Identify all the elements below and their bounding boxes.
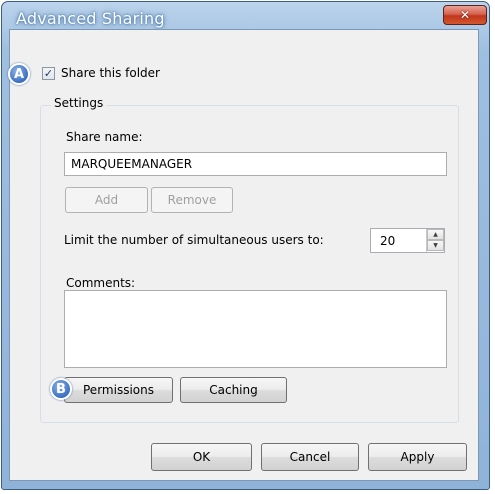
limit-users-label: Limit the number of simultaneous users t… — [64, 233, 324, 247]
spin-up-icon[interactable]: ▲ — [427, 229, 444, 240]
callout-marker-b: B — [50, 378, 72, 400]
ok-button[interactable]: OK — [151, 443, 252, 471]
share-this-folder-label: Share this folder — [61, 66, 160, 80]
share-name-label: Share name: — [66, 130, 143, 144]
share-name-input[interactable]: MARQUEEMANAGER — [64, 152, 447, 176]
permissions-button[interactable]: Permissions — [64, 377, 173, 403]
cancel-button[interactable]: Cancel — [261, 443, 359, 471]
comments-label: Comments: — [66, 276, 136, 290]
users-value[interactable]: 20 — [380, 234, 395, 248]
remove-button[interactable]: Remove — [151, 187, 233, 213]
add-button[interactable]: Add — [65, 187, 148, 213]
spin-down-icon[interactable]: ▼ — [427, 240, 444, 251]
caching-button[interactable]: Caching — [180, 377, 287, 403]
settings-group-label: Settings — [51, 96, 107, 110]
checkmark-icon: ✓ — [43, 67, 54, 80]
share-this-folder-checkbox[interactable]: ✓ — [42, 67, 55, 80]
callout-marker-a: A — [8, 63, 30, 85]
comments-textarea[interactable] — [64, 290, 447, 368]
close-button[interactable]: ✕ — [443, 5, 487, 25]
spin-buttons: ▲ ▼ — [426, 229, 444, 252]
simultaneous-users-stepper[interactable]: 20 ▲ ▼ — [370, 228, 445, 253]
apply-button[interactable]: Apply — [368, 443, 467, 471]
close-icon: ✕ — [459, 8, 471, 22]
dialog-title: Advanced Sharing — [16, 9, 165, 28]
